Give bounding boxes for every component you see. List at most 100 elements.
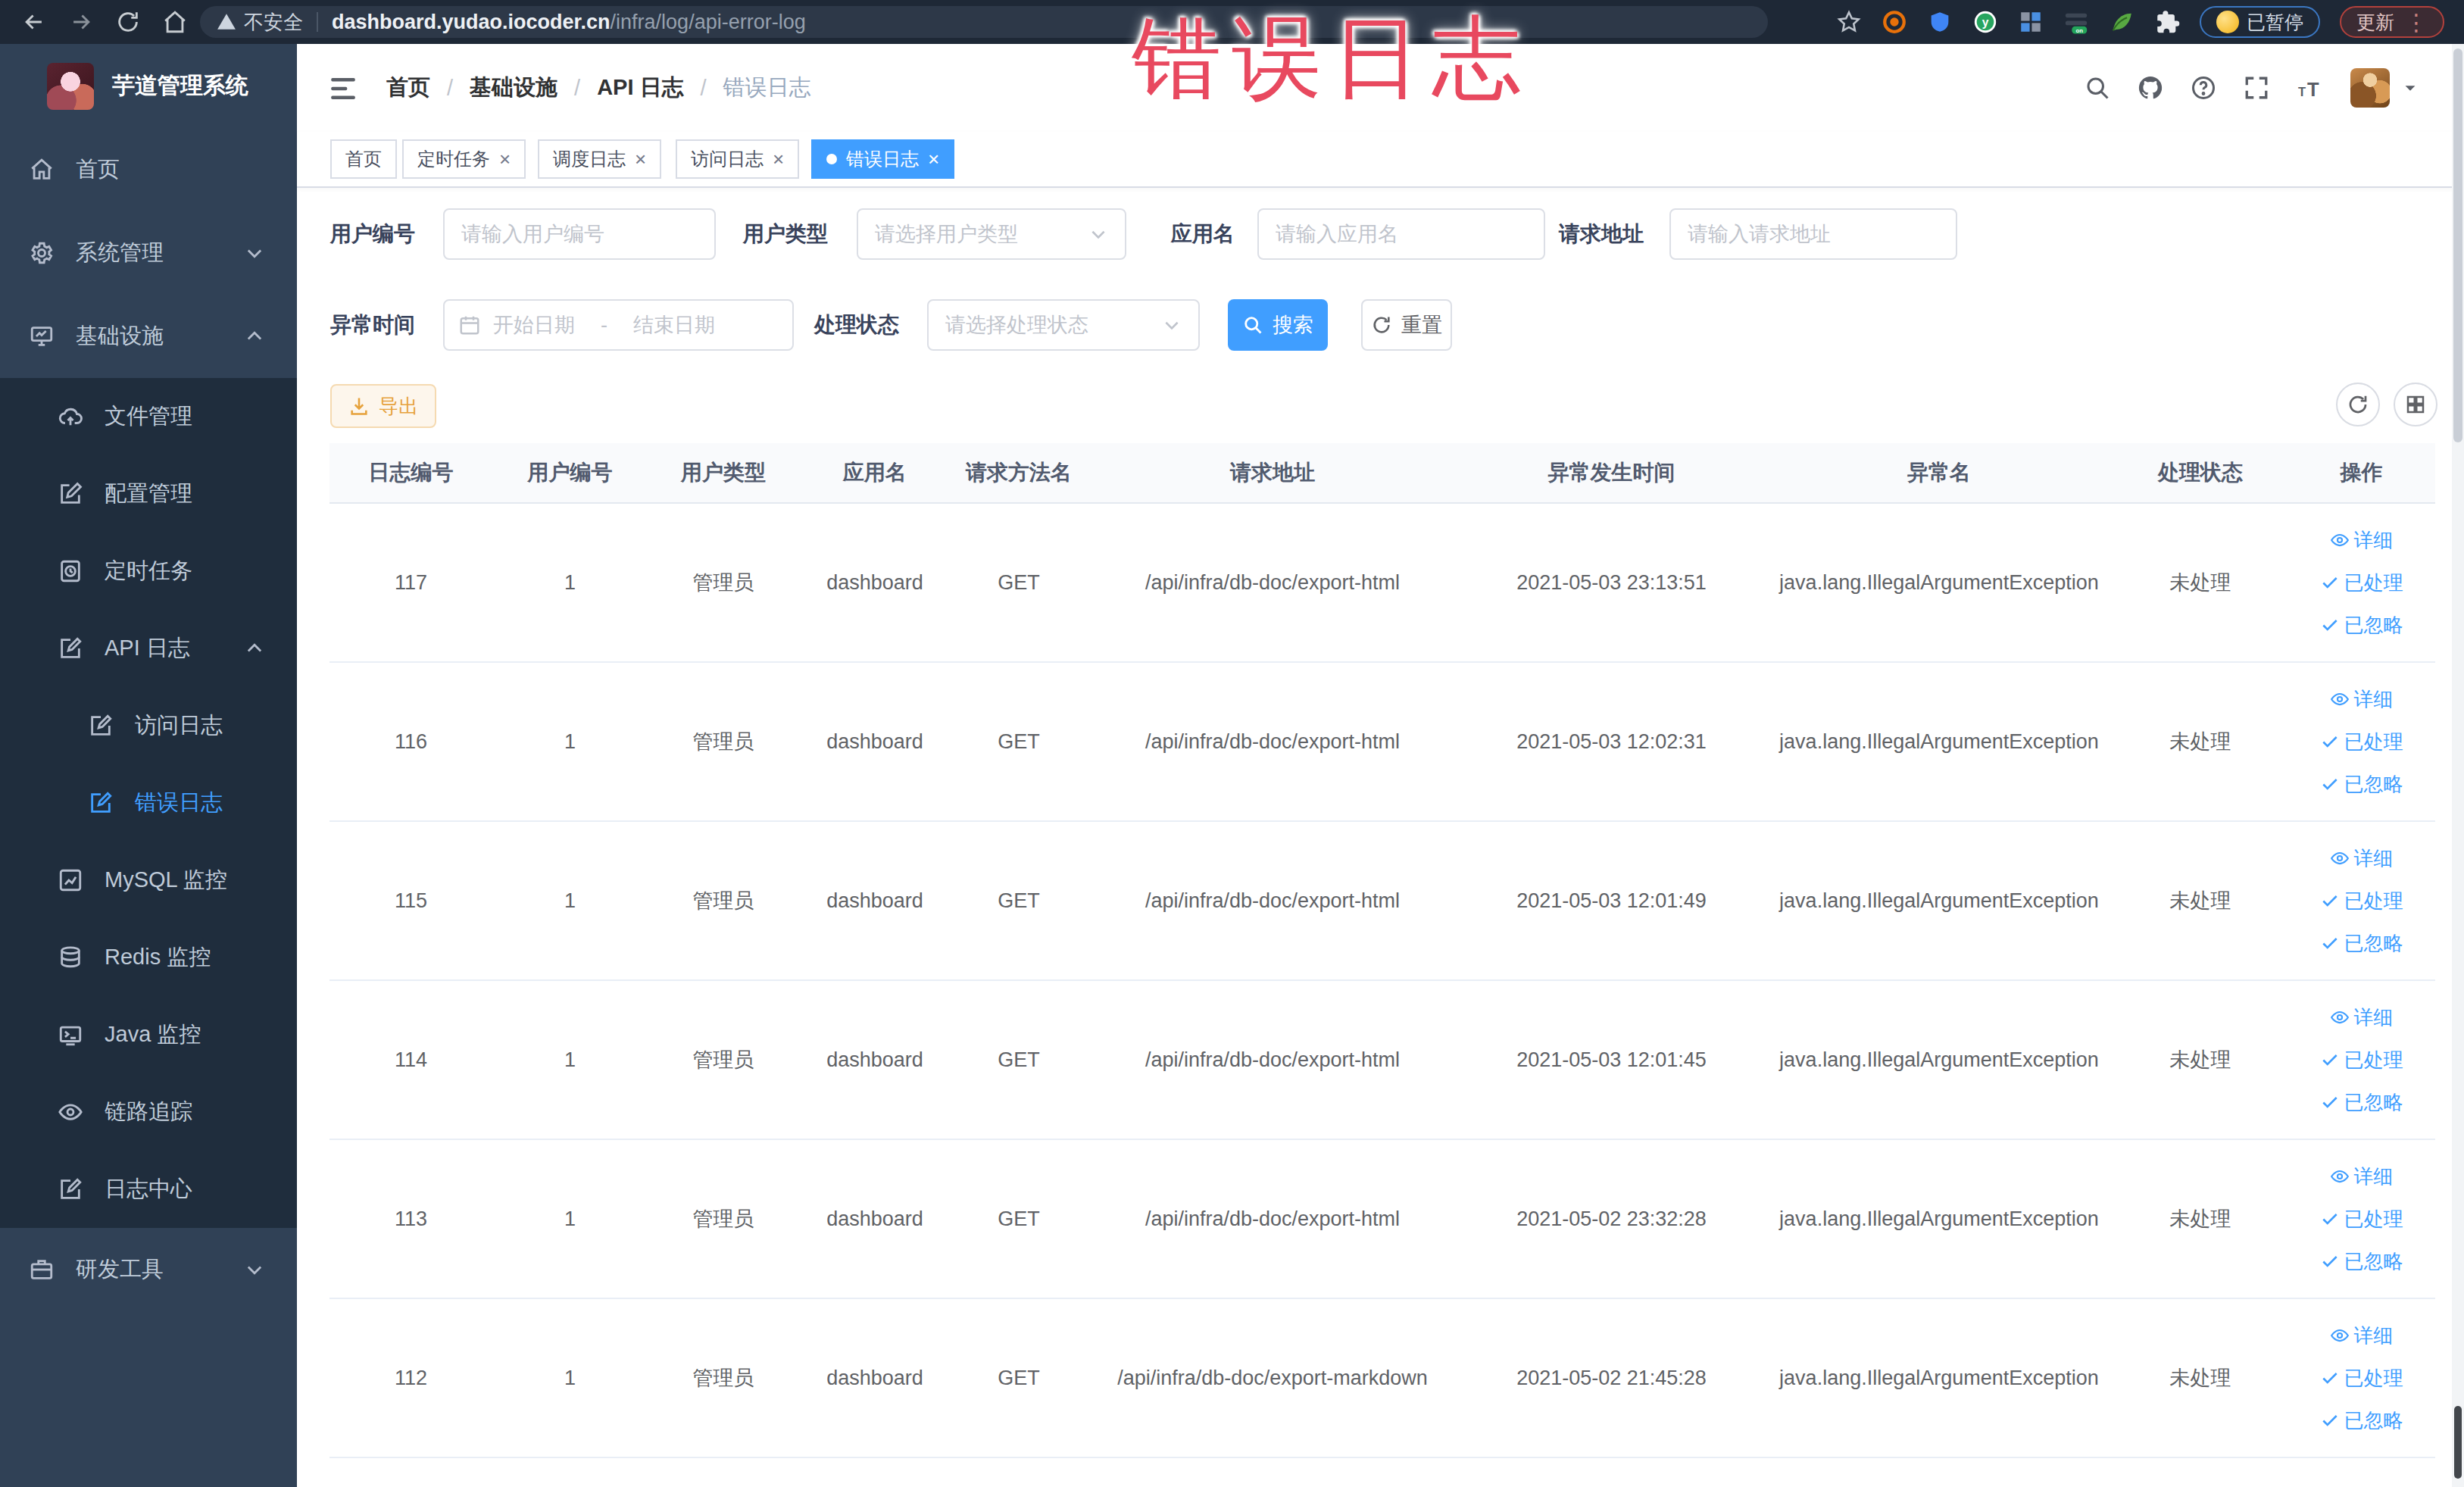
exception-time-range-picker[interactable]: 开始日期 - 结束日期 xyxy=(443,299,794,351)
breadcrumb-separator: / xyxy=(701,76,707,101)
refresh-icon xyxy=(1371,314,1392,336)
scrollbar-thumb[interactable] xyxy=(2453,48,2462,442)
processed-link[interactable]: 已处理 xyxy=(2320,720,2403,763)
sidebar-item-dev-tools[interactable]: 研发工具 xyxy=(0,1228,297,1311)
extension-grid-icon[interactable] xyxy=(2018,9,2044,35)
sidebar-item-error-log[interactable]: 错误日志 xyxy=(0,764,297,842)
font-size-icon[interactable]: TT xyxy=(2296,74,2323,102)
search-icon[interactable] xyxy=(2084,74,2111,102)
help-icon[interactable] xyxy=(2190,74,2217,102)
fullscreen-icon[interactable] xyxy=(2243,74,2270,102)
chart-icon xyxy=(58,867,83,893)
url-host: dashboard.yudao.iocoder.cn xyxy=(332,11,611,34)
table-cell: 管理员 xyxy=(648,663,799,820)
paused-pill-button[interactable]: 已暂停 xyxy=(2200,6,2320,38)
security-label[interactable]: 不安全 xyxy=(244,9,303,36)
tab-access-log[interactable]: 访问日志× xyxy=(676,139,799,179)
column-settings-button[interactable] xyxy=(2394,383,2437,426)
tab-close-icon[interactable]: × xyxy=(773,148,784,171)
sidebar-item-mysql-monitor[interactable]: MySQL 监控 xyxy=(0,842,297,919)
processed-link[interactable]: 已处理 xyxy=(2320,879,2403,922)
scrollbar-thumb-dark[interactable] xyxy=(2454,1406,2462,1479)
breadcrumb-item[interactable]: API 日志 xyxy=(597,73,683,103)
sidebar-item-java-monitor[interactable]: Java 监控 xyxy=(0,996,297,1073)
tab-close-icon[interactable]: × xyxy=(928,148,939,171)
sidebar-item-scheduled-tasks[interactable]: 定时任务 xyxy=(0,533,297,610)
extension-shield-icon[interactable] xyxy=(1927,9,1953,35)
table-cell: 未处理 xyxy=(2113,822,2288,979)
chevron-down-icon xyxy=(244,242,265,264)
extension-orange-icon[interactable] xyxy=(1882,9,1907,35)
table-cell: dashboard xyxy=(799,981,951,1139)
sidebar-item-redis-monitor[interactable]: Redis 监控 xyxy=(0,919,297,996)
annotation-overlay: 错误日志 xyxy=(1132,0,1532,120)
search-button[interactable]: 搜索 xyxy=(1228,299,1328,351)
update-button[interactable]: 更新 ⋮ xyxy=(2340,6,2444,38)
ignored-link[interactable]: 已忽略 xyxy=(2320,763,2403,805)
tab-error-log[interactable]: 错误日志× xyxy=(811,139,954,179)
scrollbar[interactable] xyxy=(2452,44,2464,1487)
extension-green-icon[interactable]: y xyxy=(1972,9,1998,35)
detail-link[interactable]: 详细 xyxy=(2330,1314,2394,1357)
detail-link[interactable]: 详细 xyxy=(2330,519,2394,561)
ignored-link[interactable]: 已忽略 xyxy=(2320,604,2403,646)
processed-link[interactable]: 已处理 xyxy=(2320,1357,2403,1399)
extension-switch-icon[interactable]: on xyxy=(2063,9,2089,35)
sidebar-item-infrastructure[interactable]: 基础设施 xyxy=(0,295,297,378)
reset-button[interactable]: 重置 xyxy=(1361,299,1452,351)
processed-link[interactable]: 已处理 xyxy=(2320,561,2403,604)
check-icon xyxy=(2320,1050,2344,1070)
extensions-puzzle-icon[interactable] xyxy=(2154,9,2180,35)
user-id-input[interactable] xyxy=(443,208,716,260)
breadcrumb-item[interactable]: 首页 xyxy=(386,73,430,103)
table-cell: GET xyxy=(951,1140,1087,1298)
logo-row[interactable]: 芋道管理系统 xyxy=(0,44,297,128)
user-type-select[interactable]: 请选择用户类型 xyxy=(857,208,1126,260)
ignored-link[interactable]: 已忽略 xyxy=(2320,1240,2403,1282)
chevron-down-icon xyxy=(244,1259,265,1280)
avatar[interactable] xyxy=(2350,68,2390,108)
extension-leaf-icon[interactable] xyxy=(2109,9,2135,35)
sidebar-item-api-log[interactable]: API 日志 xyxy=(0,610,297,687)
tab-close-icon[interactable]: × xyxy=(499,148,511,171)
app-name-input[interactable] xyxy=(1257,208,1545,260)
reload-icon[interactable] xyxy=(115,9,141,35)
breadcrumb-item[interactable]: 基础设施 xyxy=(470,73,557,103)
github-icon[interactable] xyxy=(2137,74,2164,102)
tab-home[interactable]: 首页 xyxy=(330,139,397,179)
browser-menu-icon[interactable]: ⋮ xyxy=(2405,9,2428,36)
sidebar-item-home[interactable]: 首页 xyxy=(0,128,297,211)
back-icon[interactable] xyxy=(21,9,47,35)
ignored-link[interactable]: 已忽略 xyxy=(2320,1399,2403,1442)
sidebar-item-access-log[interactable]: 访问日志 xyxy=(0,687,297,764)
sidebar-item-config-management[interactable]: 配置管理 xyxy=(0,455,297,533)
ignored-link[interactable]: 已忽略 xyxy=(2320,1081,2403,1123)
tab-scheduled-tasks[interactable]: 定时任务× xyxy=(402,139,526,179)
forward-icon[interactable] xyxy=(68,9,94,35)
refresh-circle-button[interactable] xyxy=(2336,383,2380,426)
table-actions-cell: 详细已处理已忽略 xyxy=(2288,504,2435,661)
address-bar[interactable]: 不安全 dashboard.yudao.iocoder.cn/infra/log… xyxy=(200,6,1768,38)
request-url-input[interactable] xyxy=(1669,208,1957,260)
sidebar-item-log-center[interactable]: 日志中心 xyxy=(0,1151,297,1228)
detail-link[interactable]: 详细 xyxy=(2330,837,2394,879)
processed-link[interactable]: 已处理 xyxy=(2320,1198,2403,1240)
sidebar-item-file-management[interactable]: 文件管理 xyxy=(0,378,297,455)
download-icon xyxy=(348,395,370,417)
ignored-link[interactable]: 已忽略 xyxy=(2320,922,2403,964)
bookmark-star-icon[interactable] xyxy=(1836,9,1862,35)
hamburger-icon[interactable] xyxy=(327,73,359,103)
detail-link[interactable]: 详细 xyxy=(2330,1155,2394,1198)
table-header-row: 日志编号用户编号用户类型应用名请求方法名请求地址异常发生时间异常名处理状态操作 xyxy=(329,443,2435,504)
sidebar-item-system-management[interactable]: 系统管理 xyxy=(0,211,297,295)
tab-schedule-log[interactable]: 调度日志× xyxy=(538,139,661,179)
export-button[interactable]: 导出 xyxy=(330,384,436,428)
home-icon[interactable] xyxy=(162,9,188,35)
caret-down-icon[interactable] xyxy=(2402,80,2419,96)
process-status-select[interactable]: 请选择处理状态 xyxy=(927,299,1200,351)
sidebar-item-trace[interactable]: 链路追踪 xyxy=(0,1073,297,1151)
detail-link[interactable]: 详细 xyxy=(2330,678,2394,720)
tab-close-icon[interactable]: × xyxy=(635,148,646,171)
processed-link[interactable]: 已处理 xyxy=(2320,1039,2403,1081)
detail-link[interactable]: 详细 xyxy=(2330,996,2394,1039)
